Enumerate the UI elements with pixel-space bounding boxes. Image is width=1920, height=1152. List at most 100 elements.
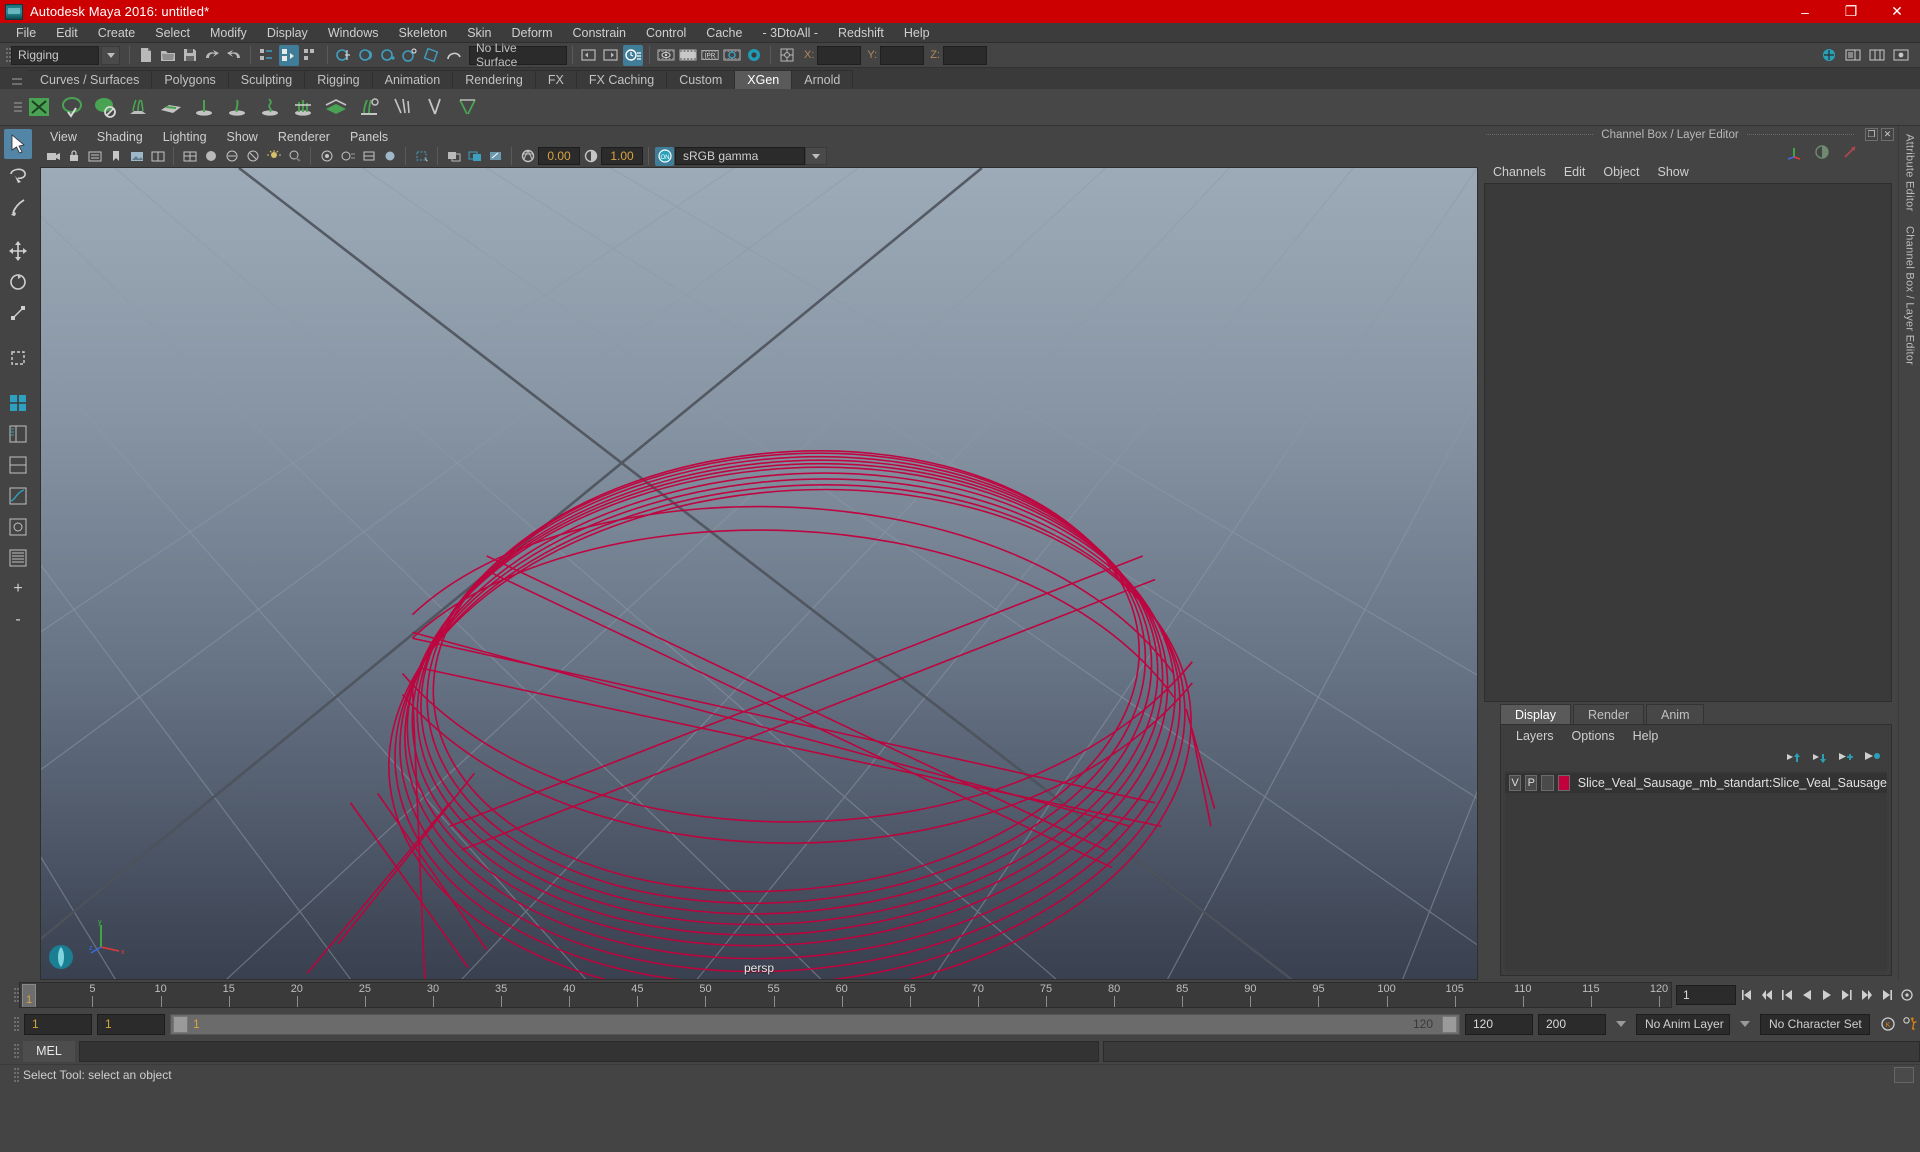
shelf-tab-custom[interactable]: Custom [667, 70, 736, 89]
menu-item-3dtoall[interactable]: - 3DtoAll - [752, 23, 828, 43]
layer-list[interactable]: V P Slice_Veal_Sausage_mb_standart:Slice_V… [1505, 771, 1887, 971]
menu-item-modify[interactable]: Modify [200, 23, 257, 43]
viewport-image-plane-icon[interactable] [127, 147, 146, 166]
viewport-textured-icon[interactable] [243, 147, 262, 166]
xgen-delete-description-icon[interactable] [90, 92, 120, 122]
y-coordinate-field[interactable] [880, 45, 925, 65]
channel-box-menu-channels[interactable]: Channels [1484, 165, 1555, 179]
show-hide-editors-left-button[interactable] [579, 45, 599, 66]
time-slider[interactable]: 1 5 10 15 20 25 30 35 40 45 50 55 60 65 70 75 80 85 90 95 1… [19, 982, 1672, 1008]
x-coordinate-field[interactable] [817, 45, 862, 65]
xgen-coil-modifier-icon[interactable] [255, 92, 285, 122]
channel-box-tab[interactable]: Channel Box / Layer Editor [1904, 226, 1916, 365]
open-scene-button[interactable] [158, 45, 178, 66]
red-arrow-icon[interactable] [1842, 144, 1858, 160]
channel-box-menu-edit[interactable]: Edit [1555, 165, 1595, 179]
select-by-hierarchy-button[interactable] [257, 45, 277, 66]
xgen-smooth-brush-icon[interactable] [453, 92, 483, 122]
layer-tab-render[interactable]: Render [1573, 704, 1644, 724]
viewport-xray-active-components-icon[interactable] [486, 147, 505, 166]
range-slider-right-handle[interactable] [1442, 1015, 1457, 1033]
quick-layout-persp-button[interactable] [4, 512, 32, 542]
hypershade-button[interactable] [744, 45, 764, 66]
layer-row[interactable]: V P Slice_Veal_Sausage_mb_standart:Slice_V… [1505, 773, 1887, 793]
play-forwards-button[interactable] [1818, 985, 1836, 1005]
xgen-create-description-icon[interactable] [57, 92, 87, 122]
go-to-start-button[interactable] [1738, 985, 1756, 1005]
quick-layout-outliner-button[interactable] [4, 543, 32, 573]
play-backwards-button[interactable] [1798, 985, 1816, 1005]
quick-layout-outliner-persp-button[interactable] [4, 419, 32, 449]
layer-menu-help[interactable]: Help [1624, 729, 1668, 743]
shelf-tab-sculpting[interactable]: Sculpting [228, 70, 306, 89]
shelf-tab-fx-caching[interactable]: FX Caching [576, 70, 668, 89]
menu-item-windows[interactable]: Windows [318, 23, 389, 43]
select-by-component-type-button[interactable] [301, 45, 321, 66]
toggle-channel-box-panel-button[interactable] [1867, 45, 1887, 66]
toggle-attribute-editor-panel-button[interactable] [1843, 45, 1863, 66]
manipulator-icon[interactable] [1786, 144, 1802, 160]
snap-to-view-planes-button[interactable] [422, 45, 442, 66]
time-slider-playhead[interactable]: 1 [22, 984, 36, 1007]
snap-to-projected-center-button[interactable] [400, 45, 420, 66]
viewport-screenspace-ao-icon[interactable] [317, 147, 336, 166]
save-scene-button[interactable] [180, 45, 200, 66]
rotate-tool[interactable] [4, 267, 32, 297]
menu-item-display[interactable]: Display [257, 23, 318, 43]
panel-float-button[interactable]: ❐ [1865, 128, 1879, 141]
playback-end-field[interactable]: 120 [1465, 1013, 1533, 1035]
viewport-wireframe-icon[interactable] [180, 147, 199, 166]
viewport-multisample-icon[interactable] [359, 147, 378, 166]
command-input[interactable] [79, 1040, 1099, 1062]
step-forward-frame-button[interactable] [1838, 985, 1856, 1005]
z-coordinate-field[interactable] [942, 45, 987, 65]
xgen-density-brush-icon[interactable] [387, 92, 417, 122]
shelf-tab-animation[interactable]: Animation [372, 70, 454, 89]
last-tool-used[interactable] [4, 343, 32, 373]
channel-box-body[interactable] [1484, 183, 1892, 702]
shelf-tab-rendering[interactable]: Rendering [453, 70, 536, 89]
viewport-lights-icon[interactable] [264, 147, 283, 166]
xgen-sculpt-layer-icon[interactable] [321, 92, 351, 122]
time-slider-gripper[interactable] [10, 984, 19, 1006]
anim-layer-selector[interactable]: No Anim Layer [1636, 1013, 1730, 1035]
command-line-gripper[interactable] [10, 1040, 19, 1062]
animation-preferences-button[interactable] [1898, 985, 1916, 1005]
shelf-icons-gripper[interactable] [12, 92, 24, 122]
maya-viewcube-icon[interactable] [47, 943, 75, 971]
perspective-viewport[interactable]: persp y x z [40, 166, 1478, 980]
render-view-button[interactable] [656, 45, 676, 66]
menu-item-edit[interactable]: Edit [46, 23, 88, 43]
menu-item-constrain[interactable]: Constrain [563, 23, 637, 43]
menu-item-skin[interactable]: Skin [457, 23, 501, 43]
menu-item-control[interactable]: Control [636, 23, 696, 43]
menu-set-selector[interactable]: Rigging [11, 45, 99, 65]
step-forward-key-button[interactable] [1858, 985, 1876, 1005]
color-management-dropdown-arrow[interactable] [805, 147, 827, 166]
maximize-button[interactable]: ❐ [1828, 0, 1874, 23]
menu-item-deform[interactable]: Deform [502, 23, 563, 43]
quick-layout-dash-button[interactable]: - [4, 605, 32, 635]
step-back-frame-button[interactable] [1778, 985, 1796, 1005]
layer-tab-display[interactable]: Display [1500, 704, 1571, 724]
quick-layout-add-button[interactable]: + [4, 574, 32, 604]
menu-item-skeleton[interactable]: Skeleton [389, 23, 458, 43]
render-settings-button[interactable] [722, 45, 742, 66]
viewport-xray-icon[interactable] [444, 147, 463, 166]
quick-layout-four-view-button[interactable] [4, 388, 32, 418]
menu-item-help[interactable]: Help [894, 23, 940, 43]
move-tool[interactable] [4, 236, 32, 266]
go-to-end-button[interactable] [1878, 985, 1896, 1005]
menu-item-redshift[interactable]: Redshift [828, 23, 894, 43]
show-hide-attribute-editor-button[interactable] [623, 44, 643, 66]
character-set-selector[interactable]: No Character Set [1760, 1013, 1870, 1035]
shelf-tab-fx[interactable]: FX [535, 70, 577, 89]
xgen-guide-tool-icon[interactable] [123, 92, 153, 122]
redo-button[interactable] [224, 45, 244, 66]
select-by-object-type-button[interactable] [279, 44, 299, 66]
new-scene-button[interactable] [136, 45, 156, 66]
minimize-button[interactable]: – [1782, 0, 1828, 23]
color-management-toggle-icon[interactable]: ON [655, 146, 674, 166]
range-slider-gripper[interactable] [10, 1013, 19, 1035]
paint-selection-tool[interactable] [4, 191, 32, 221]
